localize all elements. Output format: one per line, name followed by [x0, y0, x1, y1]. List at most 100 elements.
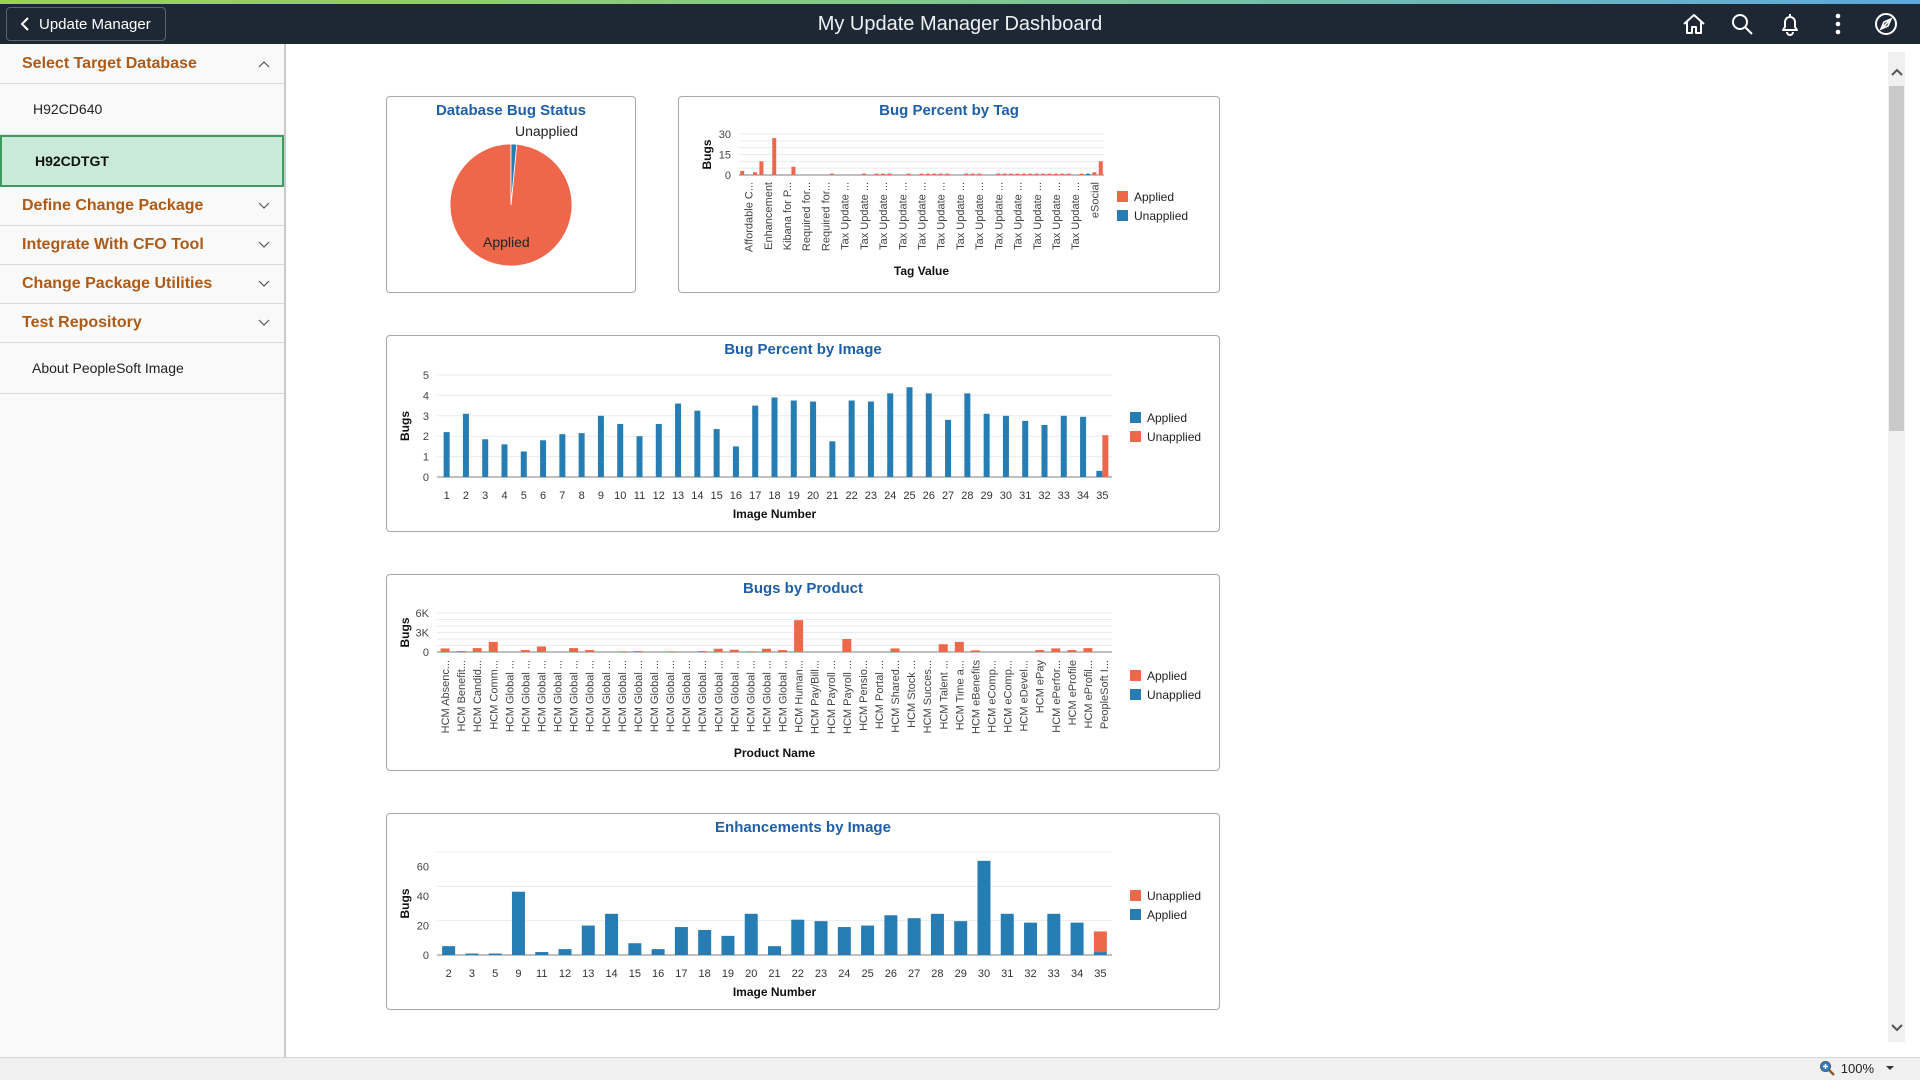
- chart-legend: Unapplied Applied: [1130, 886, 1201, 924]
- x-tick-label: HCM Global ...: [778, 660, 790, 732]
- y-tick-label: 40: [417, 891, 429, 903]
- legend-label: Applied: [1147, 907, 1188, 922]
- legend-item[interactable]: Applied: [1130, 408, 1201, 427]
- x-tick-label: HCM ePay: [1035, 660, 1047, 714]
- x-tick-label: 29: [981, 490, 993, 502]
- x-tick-label: HCM Pensio...: [858, 660, 870, 731]
- actions-menu-button[interactable]: [1814, 4, 1862, 44]
- x-tick-label: PeopleSoft I...: [1099, 660, 1111, 729]
- bar-applied: [1060, 173, 1065, 175]
- x-tick-label: HCM eProfil...: [1083, 660, 1095, 728]
- x-tick-label: HCM Global ...: [745, 660, 757, 732]
- sidebar-section-integrate-with-cfo-tool[interactable]: Integrate With CFO Tool: [0, 226, 284, 265]
- x-tick-label: 21: [826, 490, 838, 502]
- x-tick-label: HCM Global ...: [713, 660, 725, 732]
- chevron-down-icon: [258, 280, 270, 287]
- legend-item[interactable]: Unapplied: [1117, 206, 1188, 225]
- bar-applied: [675, 403, 682, 477]
- bar-applied: [887, 173, 892, 175]
- dropdown-arrow-icon[interactable]: [1880, 1063, 1900, 1073]
- legend-item[interactable]: Unapplied: [1130, 886, 1201, 905]
- x-tick-label: 3: [482, 490, 488, 502]
- y-tick-label: 1: [423, 452, 429, 464]
- x-tick-label: HCM Human...: [794, 660, 806, 733]
- section-label: Integrate With CFO Tool: [22, 236, 204, 253]
- database-bug-status-card[interactable]: Database Bug Status Applied Unapplied: [386, 96, 636, 293]
- x-tick-label: HCM Global ...: [665, 660, 677, 732]
- sidebar-nav: Select Target Database H92CD640 H92CDTGT…: [0, 44, 286, 1057]
- chart-legend: Applied Unapplied: [1130, 408, 1201, 446]
- x-tick-label: eSocial: [1089, 182, 1101, 218]
- legend-swatch: [1130, 412, 1141, 423]
- bar-applied: [697, 651, 707, 652]
- legend-item[interactable]: Applied: [1117, 187, 1188, 206]
- x-tick-label: 11: [634, 490, 645, 502]
- x-tick-label: 26: [923, 490, 935, 502]
- bar-applied: [890, 648, 900, 652]
- x-tick-label: 12: [653, 490, 665, 502]
- x-tick-label: HCM Portal ...: [874, 660, 886, 729]
- enhancements-by-image-card[interactable]: Enhancements by Image 0 20 40 60 Bugs Image N…: [386, 813, 1220, 1010]
- x-tick-label: 14: [691, 490, 703, 502]
- x-tick-label: 31: [1001, 968, 1013, 980]
- bar-applied: [636, 436, 643, 477]
- sidebar-section-change-package-utilities[interactable]: Change Package Utilities: [0, 265, 284, 304]
- bar-applied: [887, 393, 894, 477]
- bar-applied: [1002, 173, 1007, 175]
- zoom-control[interactable]: 100%: [1819, 1060, 1900, 1076]
- x-tick-label: 10: [614, 490, 626, 502]
- x-tick-label: 33: [1048, 968, 1060, 980]
- scroll-down-button[interactable]: [1889, 1018, 1904, 1038]
- database-item-h92cd640[interactable]: H92CD640: [0, 84, 284, 135]
- bug-percent-by-image-card[interactable]: Bug Percent by Image 0 1 2 3 4 5 Bugs Image Num…: [386, 335, 1220, 532]
- bar-applied: [919, 173, 924, 175]
- x-tick-label: 24: [838, 968, 850, 980]
- back-button-label: Update Manager: [39, 15, 151, 33]
- section-label: Test Repository: [22, 314, 142, 331]
- about-peoplesoft-image-link[interactable]: About PeopleSoft Image: [0, 343, 284, 394]
- x-tick-label: 23: [815, 968, 827, 980]
- legend-item[interactable]: Unapplied: [1130, 427, 1201, 446]
- back-button[interactable]: Update Manager: [6, 7, 166, 41]
- sidebar-section-select-target-database[interactable]: Select Target Database: [0, 44, 284, 84]
- bar-applied: [1079, 173, 1084, 175]
- bugs-by-product-card[interactable]: Bugs by Product 0 3K 6K Bugs Product Name HCM…: [386, 574, 1220, 771]
- bar-applied: [578, 433, 585, 477]
- home-button[interactable]: [1670, 4, 1718, 44]
- x-tick-label: Tax Update ...: [1013, 182, 1025, 250]
- legend-item[interactable]: Applied: [1130, 905, 1201, 924]
- bar-applied: [1028, 173, 1033, 175]
- database-item-h92cdtgt[interactable]: H92CDTGT: [0, 135, 284, 187]
- y-tick-label: 6K: [416, 608, 430, 620]
- scroll-up-button[interactable]: [1889, 62, 1904, 82]
- bar-applied: [884, 915, 898, 955]
- bar-applied: [1041, 173, 1046, 175]
- sidebar-section-define-change-package[interactable]: Define Change Package: [0, 187, 284, 226]
- legend-item[interactable]: Unapplied: [1130, 685, 1201, 704]
- x-tick-label: 29: [955, 968, 967, 980]
- bar-applied: [721, 935, 735, 955]
- dashboard-content: Database Bug Status Applied Unapplied Bug…: [288, 44, 1888, 1057]
- sidebar-section-test-repository[interactable]: Test Repository: [0, 304, 284, 343]
- x-tick-label: HCM Global ...: [585, 660, 597, 732]
- bar-applied: [511, 891, 525, 955]
- bar-chart: 0204060BugsImage Number2 3 5 9 11 12 13 14 15 16 1…: [398, 851, 1112, 999]
- search-button[interactable]: [1718, 4, 1766, 44]
- x-tick-label: 9: [515, 968, 521, 980]
- x-tick-label: 11: [536, 968, 547, 980]
- notifications-button[interactable]: [1766, 4, 1814, 44]
- bug-percent-by-tag-card[interactable]: Bug Percent by Tag 0 15 30 Bugs Tag Value Aff…: [678, 96, 1220, 293]
- x-tick-label: 25: [903, 490, 915, 502]
- x-tick-label: HCM Absenc...: [440, 660, 452, 733]
- y-tick-label: 0: [725, 170, 731, 182]
- x-tick-label: HCM Shared...: [890, 660, 902, 733]
- x-tick-label: Tax Update ...: [878, 182, 890, 250]
- x-tick-label: HCM Stock ...: [906, 660, 918, 728]
- navbar-button[interactable]: [1862, 4, 1910, 44]
- scrollbar-thumb[interactable]: [1889, 86, 1904, 431]
- x-tick-label: 2: [463, 490, 469, 502]
- bar-applied: [540, 440, 547, 477]
- x-tick-label: 12: [559, 968, 571, 980]
- x-tick-label: Enhancement: [763, 182, 775, 250]
- legend-item[interactable]: Applied: [1130, 666, 1201, 685]
